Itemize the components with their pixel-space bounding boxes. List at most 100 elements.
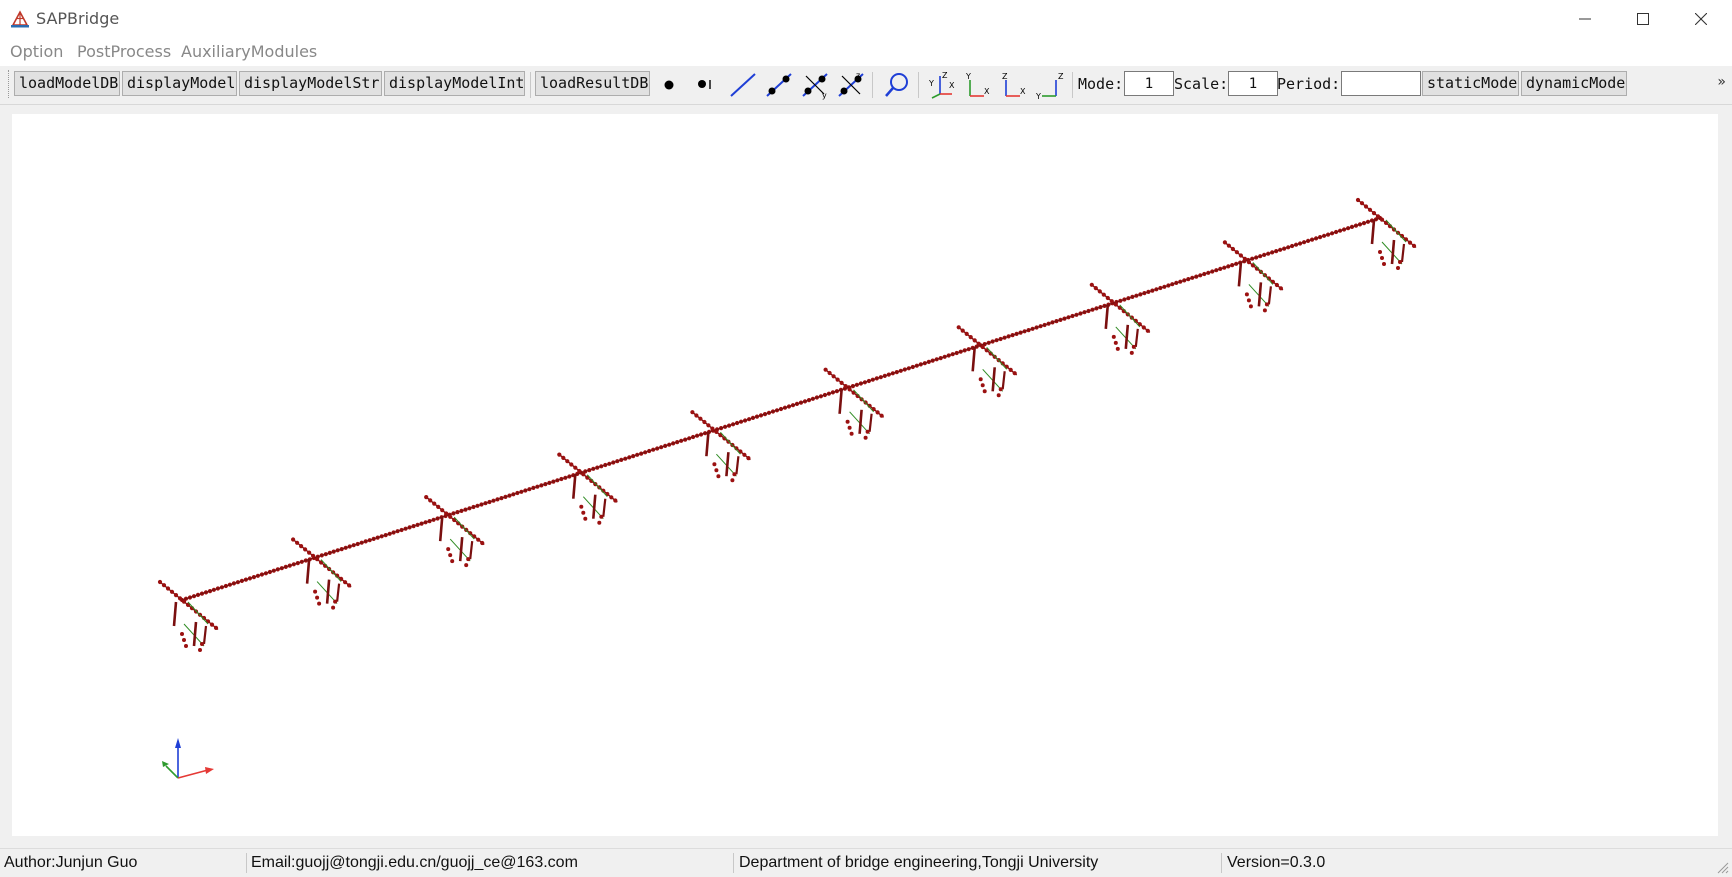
pier-column bbox=[1001, 371, 1006, 390]
pier-node bbox=[181, 599, 187, 604]
pier-node bbox=[213, 625, 219, 630]
local-axis-z-icon[interactable]: z bbox=[836, 70, 866, 100]
foundation-node bbox=[1129, 350, 1134, 355]
display-model-button[interactable]: displayModel bbox=[122, 71, 237, 96]
status-version: Version=0.3.0 bbox=[1227, 854, 1326, 871]
period-label: Period: bbox=[1277, 75, 1341, 93]
foundation-node bbox=[331, 605, 336, 610]
pier-node bbox=[476, 537, 481, 542]
svg-text:Y: Y bbox=[965, 72, 971, 81]
static-mode-button[interactable]: staticMode bbox=[1422, 71, 1519, 96]
minimize-button[interactable] bbox=[1556, 0, 1614, 38]
status-separator bbox=[1221, 853, 1222, 873]
dynamic-mode-button[interactable]: dynamicMode bbox=[1521, 71, 1627, 96]
local-axis-y-icon[interactable]: y bbox=[800, 70, 830, 100]
resize-grip-icon[interactable] bbox=[1715, 860, 1729, 874]
view-xy-icon[interactable]: YX bbox=[962, 70, 992, 100]
foundation-node bbox=[200, 642, 204, 646]
node-label-icon[interactable] bbox=[690, 70, 720, 100]
foundation-node bbox=[182, 638, 186, 642]
element-line-icon[interactable] bbox=[728, 70, 758, 100]
link-element bbox=[1385, 219, 1407, 243]
pier-node bbox=[444, 511, 449, 516]
pier-column bbox=[438, 516, 444, 542]
pier-node bbox=[581, 472, 586, 477]
pier-node bbox=[1371, 211, 1377, 216]
foundation-node bbox=[865, 429, 870, 434]
pier-node bbox=[968, 335, 973, 340]
foundation-node bbox=[180, 632, 184, 636]
display-model-int-button[interactable]: displayModelInt bbox=[384, 71, 525, 96]
svg-text:X: X bbox=[949, 81, 955, 90]
pier-column bbox=[1400, 243, 1406, 263]
pier-node bbox=[557, 452, 562, 457]
view-3d-icon[interactable]: ZY X bbox=[926, 70, 956, 100]
menu-auxiliary-modules[interactable]: AuxiliaryModules bbox=[181, 42, 317, 61]
toolbar-separator bbox=[1072, 72, 1073, 98]
pier-node bbox=[1246, 260, 1251, 265]
foundation-node bbox=[464, 563, 469, 568]
toolbar-overflow-icon[interactable]: » bbox=[1717, 74, 1726, 90]
menu-postprocess[interactable]: PostProcess bbox=[77, 42, 171, 61]
display-model-str-button[interactable]: displayModelStr bbox=[239, 71, 382, 96]
mode-input[interactable] bbox=[1124, 71, 1174, 96]
close-button[interactable] bbox=[1672, 0, 1730, 38]
menu-option[interactable]: Option bbox=[10, 42, 63, 61]
pier-column bbox=[202, 625, 208, 645]
model-viewport[interactable] bbox=[12, 114, 1718, 836]
pier-node bbox=[1375, 214, 1381, 219]
pier-node bbox=[291, 537, 296, 542]
pier-node bbox=[980, 344, 985, 350]
minimize-icon bbox=[1579, 18, 1591, 20]
foundation-node bbox=[446, 547, 451, 552]
foundation-node bbox=[849, 431, 854, 436]
foundation-node bbox=[980, 383, 985, 388]
node-icon[interactable] bbox=[654, 70, 684, 100]
pier-node bbox=[960, 328, 965, 333]
load-model-db-button[interactable]: loadModelDB bbox=[14, 71, 120, 96]
foundation-node bbox=[1113, 340, 1118, 345]
pier-node bbox=[1113, 302, 1118, 307]
foundation-node bbox=[1246, 298, 1251, 303]
pier-node bbox=[1278, 286, 1283, 291]
link-element bbox=[720, 431, 741, 455]
pier-column bbox=[1370, 219, 1376, 245]
pier-column bbox=[305, 559, 311, 584]
pier-node bbox=[432, 501, 437, 506]
pier-node bbox=[299, 544, 304, 549]
pier-node bbox=[1359, 201, 1365, 206]
svg-text:Y: Y bbox=[1035, 92, 1041, 100]
pier-column bbox=[991, 367, 996, 392]
pier-column bbox=[1134, 328, 1139, 348]
pier-node bbox=[690, 410, 695, 415]
maximize-button[interactable] bbox=[1614, 0, 1672, 38]
pier-node bbox=[448, 514, 453, 519]
pier-node bbox=[311, 553, 316, 558]
zoom-icon[interactable] bbox=[882, 70, 912, 100]
svg-text:y: y bbox=[822, 91, 827, 100]
load-result-db-button[interactable]: loadResultDB bbox=[535, 71, 650, 96]
pier-node bbox=[1274, 282, 1279, 288]
link-element bbox=[1119, 304, 1141, 328]
foundation-node bbox=[317, 601, 322, 606]
period-input[interactable] bbox=[1341, 71, 1421, 96]
view-yz-icon[interactable]: ZY bbox=[1034, 70, 1064, 100]
foundation-node bbox=[448, 553, 453, 558]
pier-node bbox=[831, 374, 836, 379]
pier-column bbox=[1390, 239, 1396, 265]
svg-text:z: z bbox=[856, 71, 860, 80]
global-axis-triad-icon bbox=[162, 738, 214, 779]
svg-text:Y: Y bbox=[928, 79, 934, 88]
foundation-node bbox=[450, 559, 455, 564]
view-xz-icon[interactable]: ZX bbox=[998, 70, 1028, 100]
foundation-node bbox=[1396, 266, 1400, 270]
pier-node bbox=[823, 367, 828, 372]
foundation-node bbox=[1380, 256, 1384, 260]
pier-node bbox=[1105, 295, 1110, 301]
scale-input[interactable] bbox=[1228, 71, 1278, 96]
toolbar-grip[interactable] bbox=[8, 70, 12, 98]
pier-node bbox=[347, 583, 352, 588]
svg-text:X: X bbox=[1020, 87, 1026, 96]
pier-node bbox=[565, 459, 570, 464]
element-with-nodes-icon[interactable] bbox=[764, 70, 794, 100]
